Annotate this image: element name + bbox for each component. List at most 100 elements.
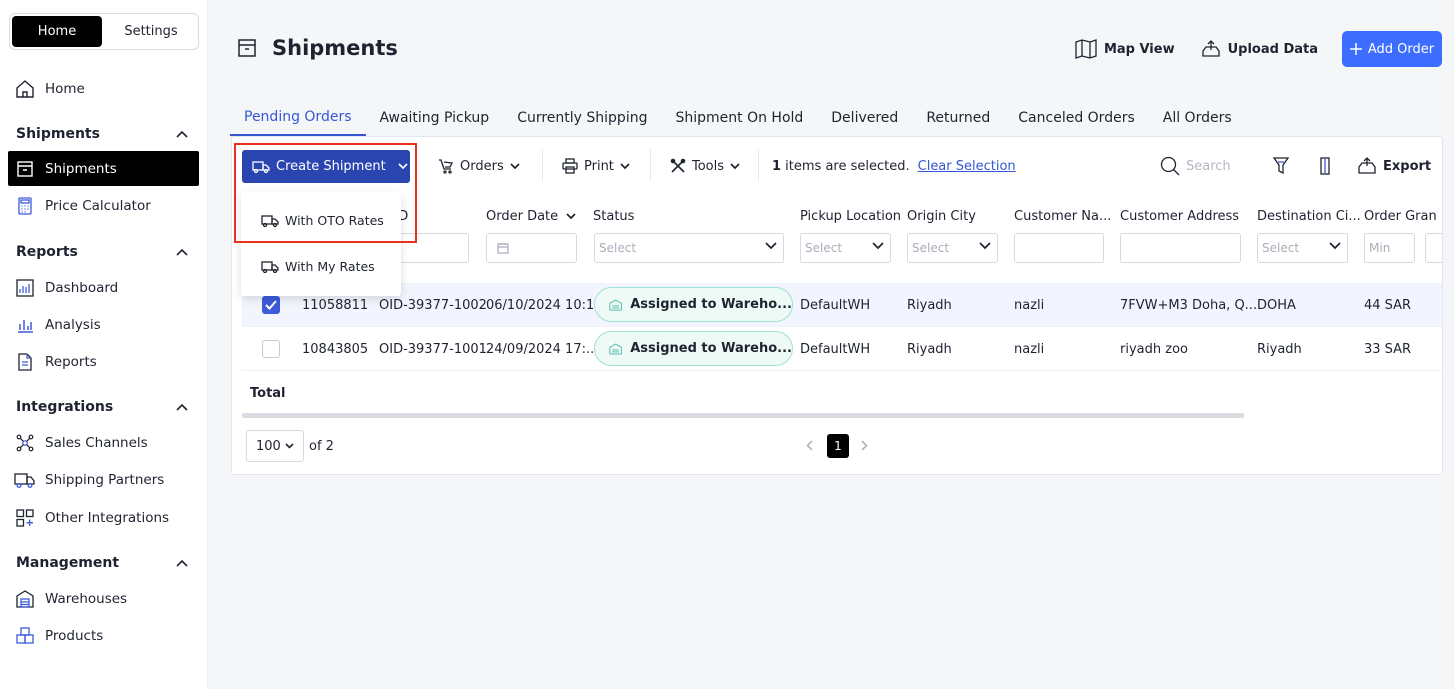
- table-row[interactable]: 11058811 OID-39377-1002 06/10/2024 10:16…: [242, 283, 1442, 327]
- sidebar-item-sales-channels[interactable]: Sales Channels: [8, 425, 199, 460]
- page-size-select[interactable]: 100: [246, 430, 304, 462]
- print-menu-button[interactable]: Print: [562, 155, 630, 177]
- header-origin-city[interactable]: Origin City: [907, 209, 976, 224]
- tab-currently-shipping[interactable]: Currently Shipping: [503, 100, 661, 136]
- grand-total-min-input[interactable]: Min: [1364, 233, 1415, 263]
- tab-delivered[interactable]: Delivered: [817, 100, 912, 136]
- export-label: Export: [1383, 158, 1432, 174]
- columns-button[interactable]: [1319, 155, 1333, 177]
- menu-item-with-oto-rates[interactable]: With OTO Rates: [261, 213, 384, 228]
- order-date-filter-input[interactable]: [486, 233, 577, 263]
- table-row[interactable]: 10843805 OID-39377-1001 24/09/2024 17:..…: [242, 327, 1442, 371]
- sidebar-item-shipping-partners[interactable]: Shipping Partners: [8, 462, 199, 497]
- orders-menu-button[interactable]: Orders: [438, 155, 520, 177]
- page-size-value: 100: [256, 438, 281, 454]
- cell-id: 10843805: [302, 341, 369, 357]
- warehouse-icon: [14, 588, 36, 610]
- sidebar-item-dashboard[interactable]: Dashboard: [8, 270, 199, 305]
- tab-shipment-on-hold[interactable]: Shipment On Hold: [661, 100, 817, 136]
- upload-data-button[interactable]: Upload Data: [1201, 39, 1318, 59]
- horizontal-scrollbar[interactable]: [242, 413, 1244, 418]
- document-icon: [14, 351, 36, 373]
- section-reports-header[interactable]: Reports: [16, 241, 188, 263]
- chevron-down-icon: [510, 162, 520, 169]
- status-badge[interactable]: Assigned to Wareho...: [594, 331, 793, 366]
- header-order-date[interactable]: Order Date: [486, 209, 576, 224]
- chevron-right-icon[interactable]: [861, 440, 868, 451]
- row-checkbox[interactable]: [262, 296, 280, 314]
- settings-mode-button[interactable]: Settings: [106, 16, 196, 47]
- header-order-grand-total[interactable]: Order Gran: [1364, 209, 1442, 224]
- min-placeholder: Min: [1369, 241, 1391, 255]
- map-view-label: Map View: [1103, 41, 1175, 57]
- origin-filter-placeholder: Select: [912, 241, 950, 255]
- tab-returned[interactable]: Returned: [912, 100, 1004, 136]
- chevron-up-icon: [176, 559, 188, 567]
- sidebar-item-shipments[interactable]: Shipments: [8, 151, 199, 186]
- search-box[interactable]: Search: [1160, 155, 1231, 177]
- export-button[interactable]: Export: [1357, 155, 1431, 177]
- menu-item-with-my-rates[interactable]: With My Rates: [261, 259, 375, 274]
- map-icon: [1075, 39, 1097, 59]
- tab-canceled-orders[interactable]: Canceled Orders: [1004, 100, 1148, 136]
- sidebar-item-label: Products: [45, 627, 104, 644]
- chevron-down-icon: [872, 242, 884, 250]
- warehouse-icon: [609, 298, 622, 310]
- customer-filter-input[interactable]: [1014, 233, 1104, 263]
- chevron-down-icon: [1329, 242, 1341, 250]
- row-checkbox[interactable]: [262, 340, 280, 358]
- row-checkbox-cell[interactable]: [262, 327, 280, 371]
- filter-button[interactable]: [1273, 155, 1289, 177]
- status-badge-label: Assigned to Wareho...: [630, 341, 792, 356]
- clear-selection-link[interactable]: Clear Selection: [918, 159, 1016, 174]
- sidebar-item-analysis[interactable]: Analysis: [8, 307, 199, 342]
- grid-plus-icon: [14, 507, 36, 529]
- tab-pending-orders[interactable]: Pending Orders: [230, 100, 366, 136]
- home-mode-button[interactable]: Home: [12, 16, 102, 47]
- sidebar-item-home[interactable]: Home: [8, 71, 199, 106]
- menu-item-label: With My Rates: [285, 259, 375, 274]
- sidebar-item-other-integrations[interactable]: Other Integrations: [8, 500, 199, 535]
- section-integrations-header[interactable]: Integrations: [16, 396, 188, 418]
- chevron-down-icon: [979, 242, 991, 250]
- sidebar-item-label: Shipping Partners: [45, 471, 165, 488]
- cell-origin: Riyadh: [907, 341, 952, 357]
- tools-menu-button[interactable]: Tools: [670, 155, 740, 177]
- tab-awaiting-pickup[interactable]: Awaiting Pickup: [366, 100, 504, 136]
- sidebar-item-label: Other Integrations: [45, 509, 170, 526]
- header-customer-address[interactable]: Customer Address: [1120, 209, 1239, 224]
- section-shipments-header[interactable]: Shipments: [16, 123, 188, 145]
- sidebar-item-products[interactable]: Products: [8, 618, 199, 653]
- destination-filter-select[interactable]: Select: [1257, 233, 1348, 263]
- cell-destination: DOHA: [1257, 297, 1296, 313]
- map-view-button[interactable]: Map View: [1075, 39, 1175, 59]
- pickup-filter-select[interactable]: Select: [800, 233, 891, 263]
- tab-all-orders[interactable]: All Orders: [1149, 100, 1246, 136]
- page-number-current[interactable]: 1: [827, 434, 849, 458]
- section-management-header[interactable]: Management: [16, 552, 188, 574]
- sidebar-item-reports[interactable]: Reports: [8, 344, 199, 379]
- header-customer-name[interactable]: Customer Na...: [1014, 209, 1114, 224]
- status-filter-placeholder: Select: [599, 241, 637, 255]
- header-status[interactable]: Status: [593, 209, 634, 224]
- network-nodes-icon: [14, 432, 36, 454]
- chevron-left-icon[interactable]: [806, 440, 813, 451]
- section-title: Reports: [16, 244, 78, 260]
- section-title: Management: [16, 555, 120, 571]
- chevron-down-icon: [765, 242, 777, 250]
- create-shipment-button[interactable]: Create Shipment: [242, 150, 410, 183]
- sidebar-item-label: Warehouses: [45, 590, 128, 607]
- header-pickup-location[interactable]: Pickup Location: [800, 209, 901, 224]
- sort-chevron-icon: [566, 213, 576, 220]
- toolbar-divider: [758, 149, 759, 181]
- address-filter-input[interactable]: [1120, 233, 1241, 263]
- sidebar-item-warehouses[interactable]: Warehouses: [8, 581, 199, 616]
- status-badge[interactable]: Assigned to Wareho...: [594, 287, 793, 322]
- products-boxes-icon: [14, 625, 36, 647]
- add-order-button[interactable]: Add Order: [1342, 31, 1442, 67]
- sidebar-item-price-calculator[interactable]: Price Calculator: [8, 188, 199, 223]
- status-filter-select[interactable]: Select: [594, 233, 784, 263]
- origin-filter-select[interactable]: Select: [907, 233, 998, 263]
- grand-total-max-input[interactable]: [1425, 233, 1442, 263]
- header-destination-city[interactable]: Destination Ci...: [1257, 209, 1361, 224]
